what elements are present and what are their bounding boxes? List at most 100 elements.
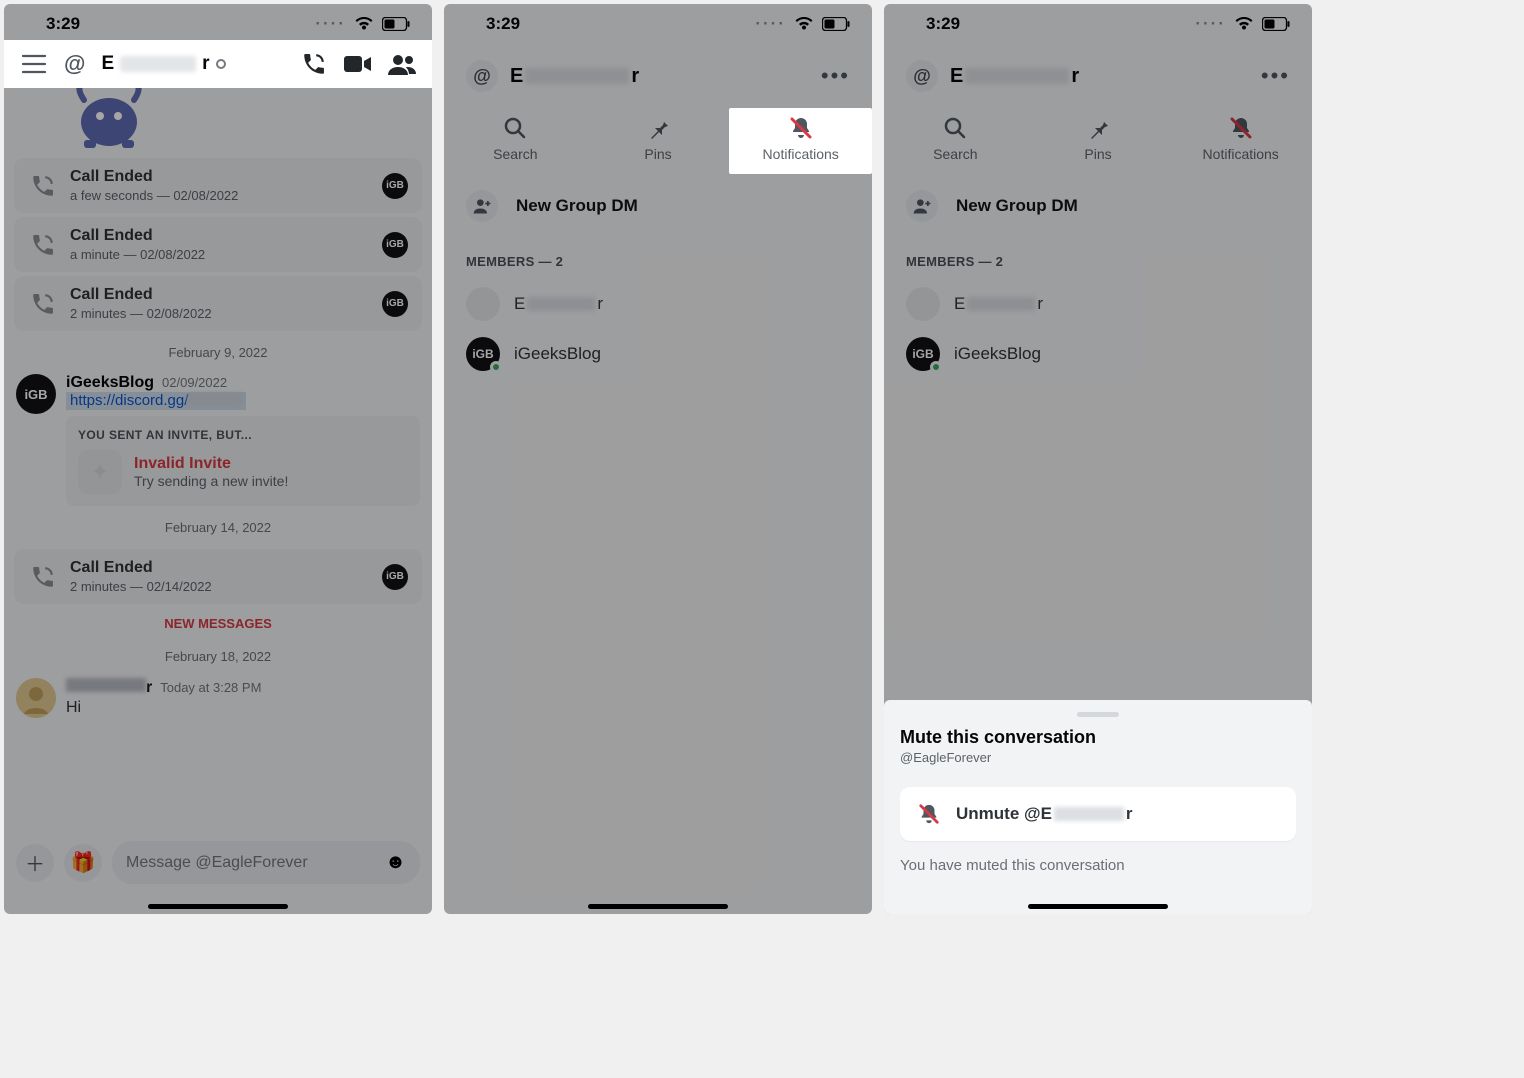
cell-dots-icon: ···· bbox=[755, 14, 786, 34]
battery-icon bbox=[1262, 17, 1290, 31]
home-indicator[interactable] bbox=[1028, 904, 1168, 909]
date-separator: February 18, 2022 bbox=[4, 639, 432, 674]
search-icon bbox=[503, 116, 527, 140]
status-time: 3:29 bbox=[486, 14, 520, 34]
details-username: Er bbox=[950, 65, 1079, 88]
tab-search[interactable]: Search bbox=[444, 108, 587, 174]
action-tabs: Search Pins Notifications bbox=[444, 108, 872, 174]
message-timestamp: Today at 3:28 PM bbox=[160, 680, 261, 695]
sheet-handle[interactable] bbox=[1077, 712, 1119, 717]
tab-notifications[interactable]: Notifications bbox=[729, 108, 872, 174]
new-group-dm-button[interactable]: New Group DM bbox=[444, 174, 872, 238]
more-button[interactable]: ••• bbox=[821, 63, 850, 89]
tab-pins[interactable]: Pins bbox=[1027, 108, 1170, 174]
phone-icon bbox=[28, 562, 58, 592]
tab-notifications[interactable]: Notifications bbox=[1169, 108, 1312, 174]
tab-pins[interactable]: Pins bbox=[587, 108, 730, 174]
member-name: iGeeksBlog bbox=[514, 344, 601, 364]
avatar-user bbox=[906, 287, 940, 321]
action-tabs: Search Pins Notifications bbox=[884, 108, 1312, 174]
phone-icon bbox=[28, 230, 58, 260]
plus-icon: ＋ bbox=[25, 848, 45, 877]
at-icon: @ bbox=[64, 51, 85, 77]
member-name: iGeeksBlog bbox=[954, 344, 1041, 364]
pin-icon bbox=[646, 116, 670, 140]
avatar-igb: iGB bbox=[382, 173, 408, 199]
battery-icon bbox=[822, 17, 850, 31]
hamburger-icon bbox=[21, 54, 47, 74]
message-text: Hi bbox=[66, 699, 420, 717]
member-row[interactable]: Er bbox=[444, 279, 872, 329]
avatar-igb: iGB bbox=[382, 564, 408, 590]
chat-messages[interactable]: Call Endeda few seconds — 02/08/2022 iGB… bbox=[4, 88, 432, 831]
voice-call-button[interactable] bbox=[300, 50, 328, 78]
avatar-igb: iGB bbox=[16, 374, 56, 414]
at-icon: @ bbox=[906, 60, 938, 92]
phone-icon bbox=[28, 289, 58, 319]
status-bar: 3:29 ···· bbox=[444, 4, 872, 40]
battery-icon bbox=[382, 17, 410, 31]
at-icon: @ bbox=[466, 60, 498, 92]
mute-bottom-sheet: Mute this conversation @EagleForever Unm… bbox=[884, 700, 1312, 914]
status-time: 3:29 bbox=[46, 14, 80, 34]
message-input[interactable]: Message @EagleForever ☻ bbox=[112, 841, 420, 884]
more-icon: ••• bbox=[1261, 63, 1290, 88]
message-username: iGeeksBlog bbox=[66, 374, 154, 392]
members-button[interactable] bbox=[388, 50, 416, 78]
call-ended-card[interactable]: Call Ended2 minutes — 02/14/2022 iGB bbox=[14, 549, 422, 604]
call-ended-card[interactable]: Call Endeda few seconds — 02/08/2022 iGB bbox=[14, 158, 422, 213]
invite-link[interactable]: https://discord.gg/ bbox=[66, 392, 246, 410]
pin-icon bbox=[1086, 116, 1110, 140]
members-label: MEMBERS — 2 bbox=[884, 238, 1312, 279]
details-header: @ Er ••• bbox=[444, 40, 872, 108]
call-ended-card[interactable]: Call Endeda minute — 02/08/2022 iGB bbox=[14, 217, 422, 272]
wifi-icon bbox=[354, 17, 374, 31]
members-label: MEMBERS — 2 bbox=[444, 238, 872, 279]
invalid-invite-icon: ✦ bbox=[78, 450, 122, 494]
phone-icon bbox=[28, 171, 58, 201]
menu-button[interactable] bbox=[20, 50, 48, 78]
message-username: r bbox=[66, 678, 152, 697]
attach-button[interactable]: ＋ bbox=[16, 844, 54, 882]
unmute-button[interactable]: Unmute @Er bbox=[900, 787, 1296, 841]
message-row[interactable]: r Today at 3:28 PM Hi bbox=[4, 674, 432, 722]
bell-muted-icon bbox=[789, 116, 813, 140]
chat-input-bar: ＋ 🎁 Message @EagleForever ☻ bbox=[4, 831, 432, 914]
add-person-icon bbox=[906, 190, 938, 222]
message-row[interactable]: iGB iGeeksBlog 02/09/2022 https://discor… bbox=[4, 370, 432, 510]
member-row[interactable]: iGB iGeeksBlog bbox=[444, 329, 872, 379]
member-name: Er bbox=[954, 294, 1043, 314]
emoji-button[interactable]: ☻ bbox=[385, 851, 406, 874]
new-messages-separator: NEW MESSAGES bbox=[4, 608, 432, 639]
online-status-icon bbox=[930, 361, 942, 373]
invite-card: YOU SENT AN INVITE, BUT... ✦ Invalid Inv… bbox=[66, 416, 420, 506]
video-call-button[interactable] bbox=[344, 50, 372, 78]
screen-dm-details: 3:29 ···· @ Er ••• Search Pins Notificat… bbox=[444, 4, 872, 914]
avatar-igb: iGB bbox=[466, 337, 500, 371]
message-timestamp: 02/09/2022 bbox=[162, 375, 227, 390]
avatar-igb: iGB bbox=[382, 232, 408, 258]
sheet-subtitle: @EagleForever bbox=[900, 750, 1296, 765]
video-icon bbox=[344, 54, 372, 74]
cell-dots-icon: ···· bbox=[315, 14, 346, 34]
new-group-dm-button[interactable]: New Group DM bbox=[884, 174, 1312, 238]
member-row[interactable]: iGB iGeeksBlog bbox=[884, 329, 1312, 379]
screen-mute-sheet: 3:29 ···· @ Er ••• Search Pins Notificat… bbox=[884, 4, 1312, 914]
home-indicator[interactable] bbox=[148, 904, 288, 909]
more-button[interactable]: ••• bbox=[1261, 63, 1290, 89]
chat-username[interactable]: Er bbox=[101, 53, 225, 75]
chat-header: @ Er bbox=[4, 40, 432, 88]
member-row[interactable]: Er bbox=[884, 279, 1312, 329]
gift-button[interactable]: 🎁 bbox=[64, 844, 102, 882]
tab-search[interactable]: Search bbox=[884, 108, 1027, 174]
avatar-user bbox=[466, 287, 500, 321]
avatar-igb: iGB bbox=[906, 337, 940, 371]
home-indicator[interactable] bbox=[588, 904, 728, 909]
bell-muted-icon bbox=[918, 803, 940, 825]
wifi-icon bbox=[794, 17, 814, 31]
status-bar: 3:29 ···· bbox=[4, 4, 432, 40]
status-bar: 3:29 ···· bbox=[884, 4, 1312, 40]
bell-muted-icon bbox=[1229, 116, 1253, 140]
call-ended-card[interactable]: Call Ended2 minutes — 02/08/2022 iGB bbox=[14, 276, 422, 331]
phone-icon bbox=[301, 51, 327, 77]
